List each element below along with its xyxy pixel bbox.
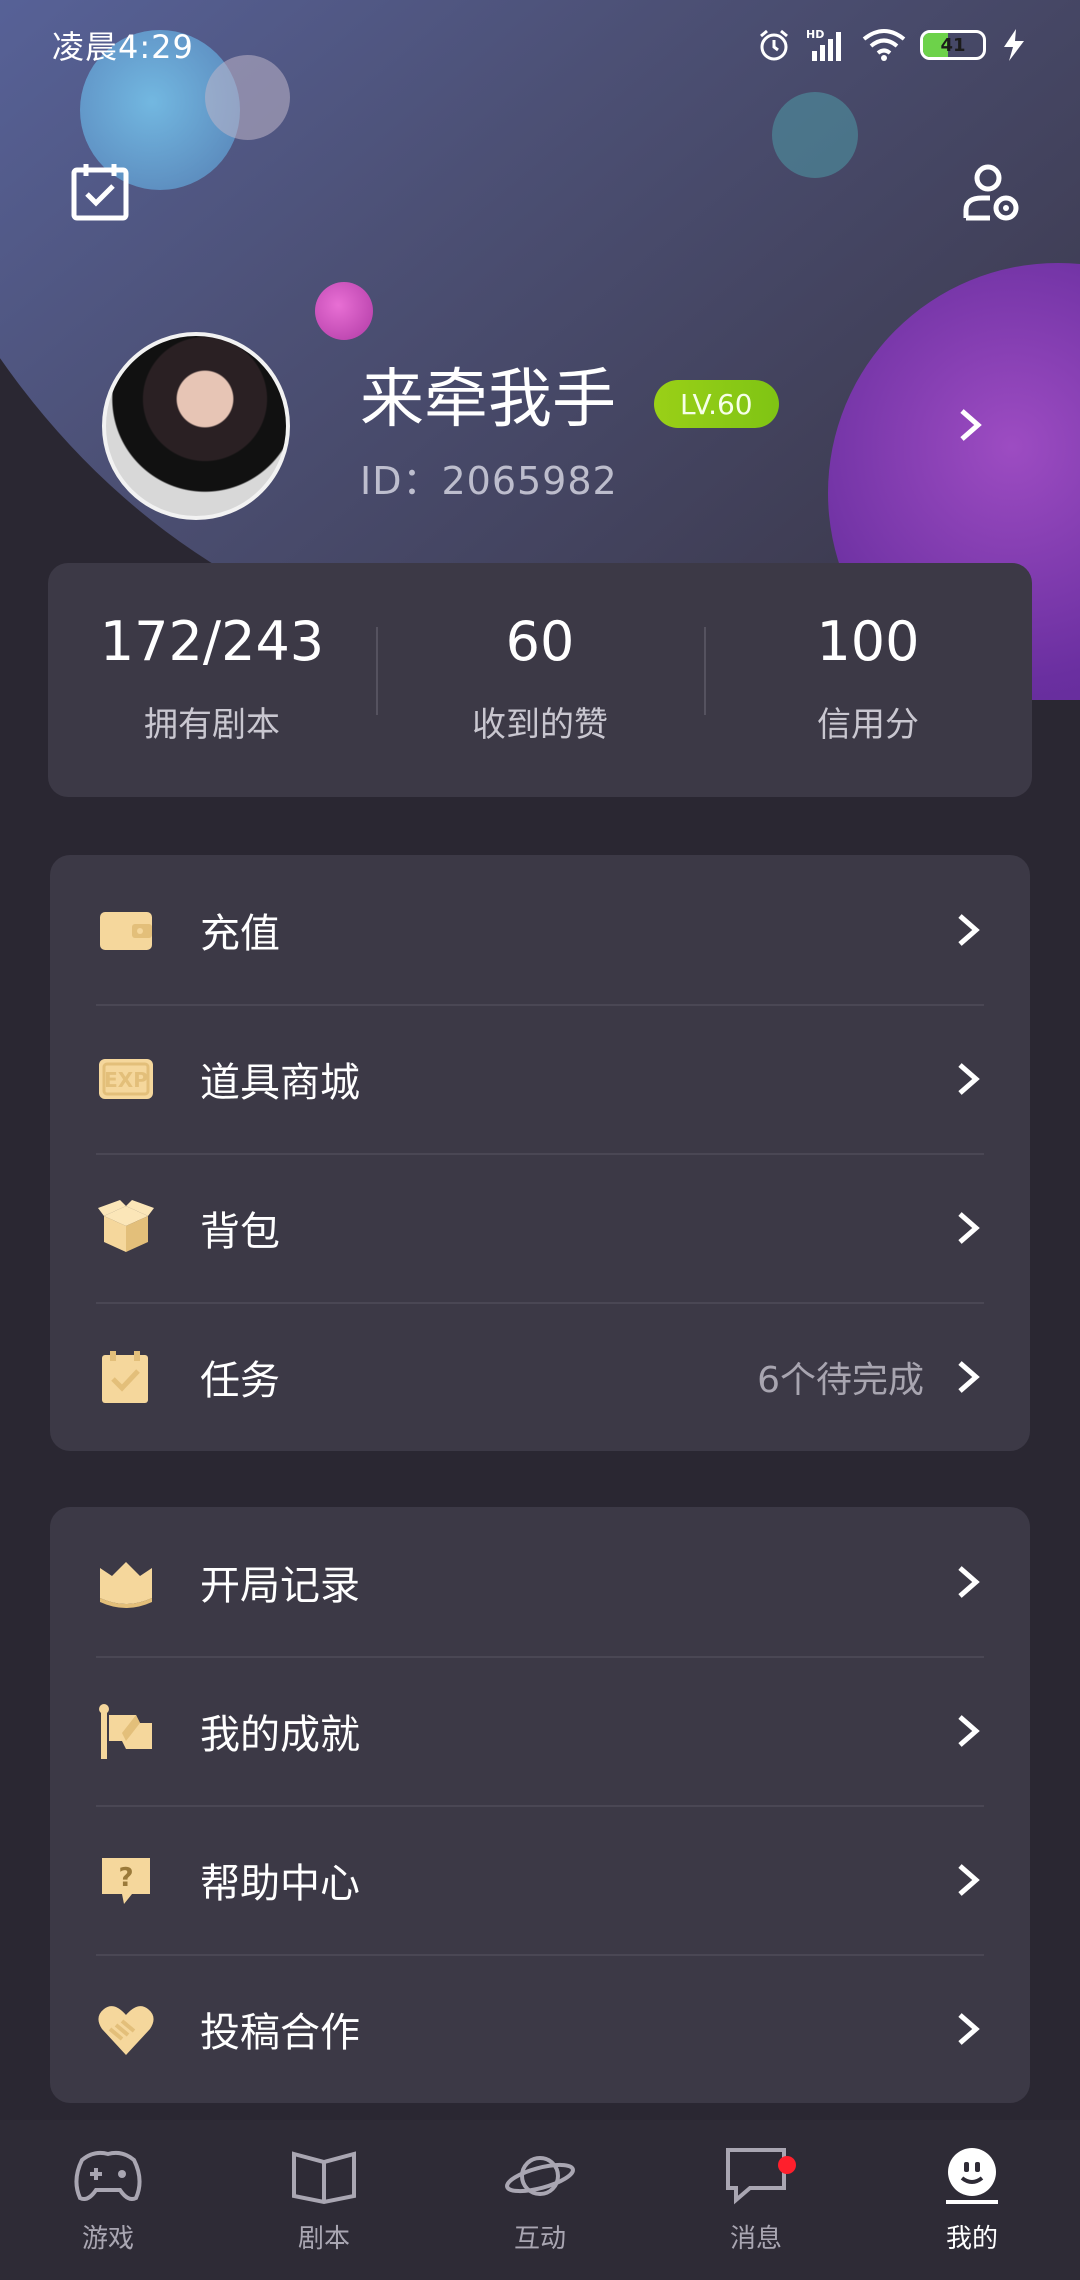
stat-label: 信用分 bbox=[817, 704, 919, 745]
nav-tab-games[interactable]: 游戏 bbox=[0, 2120, 216, 2280]
svg-text:HD: HD bbox=[806, 28, 824, 41]
stat-value: 172/243 bbox=[99, 609, 325, 673]
menu-item-achievements[interactable]: 我的成就 bbox=[50, 1656, 1030, 1805]
open-book-icon bbox=[292, 2151, 356, 2205]
svg-text:?: ? bbox=[118, 1863, 133, 1893]
menu-card-more: 开局记录 我的成就 ? 帮助中心 投稿合作 bbox=[50, 1507, 1030, 2103]
chevron-right-icon bbox=[958, 1360, 980, 1393]
nav-tab-me[interactable]: 我的 bbox=[864, 2120, 1080, 2280]
battery-icon: 41 bbox=[920, 30, 986, 60]
menu-card-account: 充值 EXP 道具商城 背包 任务 6个待完成 bbox=[50, 855, 1030, 1451]
menu-label: 道具商城 bbox=[200, 1059, 360, 1106]
stat-scripts-owned[interactable]: 172/243 拥有剧本 bbox=[48, 609, 376, 746]
menu-item-recharge[interactable]: 充值 bbox=[50, 855, 1030, 1004]
menu-label: 投稿合作 bbox=[200, 2009, 360, 2056]
chevron-right-icon bbox=[958, 2012, 980, 2045]
menu-label: 背包 bbox=[200, 1208, 280, 1255]
nav-label: 剧本 bbox=[297, 2224, 350, 2254]
book-icon bbox=[100, 1561, 152, 1608]
wifi-icon bbox=[862, 29, 906, 61]
chat-icon bbox=[726, 2148, 786, 2205]
chevron-right-icon bbox=[958, 1714, 980, 1747]
nav-label: 游戏 bbox=[81, 2224, 134, 2254]
box-icon bbox=[98, 1199, 154, 1252]
menu-label: 充值 bbox=[200, 910, 280, 957]
nav-label: 消息 bbox=[729, 2224, 782, 2254]
svg-text:EXP: EXP bbox=[104, 1068, 148, 1092]
stat-label: 拥有剧本 bbox=[144, 704, 280, 745]
wallet-icon bbox=[100, 911, 152, 950]
bottom-nav: 游戏 剧本 互动 消息 我的 bbox=[0, 2120, 1080, 2280]
task-icon bbox=[102, 1350, 148, 1403]
menu-item-game-records[interactable]: 开局记录 bbox=[50, 1507, 1030, 1656]
gamepad-icon bbox=[74, 2150, 142, 2201]
battery-level: 41 bbox=[940, 34, 966, 56]
menu-label: 开局记录 bbox=[200, 1562, 360, 1609]
planet-icon bbox=[505, 2156, 575, 2196]
stats-card: 172/243 拥有剧本 60 收到的赞 100 信用分 bbox=[48, 563, 1032, 797]
decor-bubble bbox=[772, 92, 858, 178]
chevron-right-icon bbox=[958, 1863, 980, 1896]
nav-label: 互动 bbox=[513, 2224, 566, 2254]
pending-tasks-count: 6个待完成 bbox=[757, 1359, 924, 1401]
stat-likes-received[interactable]: 60 收到的赞 bbox=[376, 609, 704, 746]
menu-item-tasks[interactable]: 任务 6个待完成 bbox=[50, 1302, 1030, 1451]
chevron-right-icon bbox=[958, 913, 980, 946]
status-time: 凌晨4:29 bbox=[52, 28, 194, 66]
nav-tab-interact[interactable]: 互动 bbox=[432, 2120, 648, 2280]
menu-item-item-store[interactable]: EXP 道具商城 bbox=[50, 1004, 1030, 1153]
menu-item-submission-cooperation[interactable]: 投稿合作 bbox=[50, 1954, 1030, 2103]
user-settings-icon[interactable] bbox=[960, 160, 1024, 224]
signal-icon: HD bbox=[806, 28, 841, 61]
status-icons: HD 41 bbox=[756, 27, 1028, 63]
username: 来牵我手 bbox=[360, 363, 616, 437]
profile-chevron-right-icon[interactable] bbox=[950, 405, 990, 445]
exp-store-icon: EXP bbox=[99, 1058, 153, 1099]
menu-label: 帮助中心 bbox=[200, 1860, 360, 1907]
chevron-right-icon bbox=[958, 1211, 980, 1244]
menu-item-backpack[interactable]: 背包 bbox=[50, 1153, 1030, 1302]
help-icon: ? bbox=[102, 1857, 150, 1904]
flag-icon bbox=[99, 1703, 152, 1759]
stat-credit-score[interactable]: 100 信用分 bbox=[704, 609, 1032, 746]
stat-value: 60 bbox=[505, 609, 575, 673]
nav-label: 我的 bbox=[945, 2224, 998, 2254]
user-id: ID：2065982 bbox=[360, 459, 618, 503]
chevron-right-icon bbox=[958, 1565, 980, 1598]
unread-badge bbox=[778, 2156, 796, 2174]
alarm-icon bbox=[760, 29, 788, 61]
chevron-right-icon bbox=[958, 1062, 980, 1095]
charging-icon bbox=[1004, 29, 1024, 61]
avatar[interactable] bbox=[102, 332, 290, 520]
decor-bubble bbox=[315, 282, 373, 340]
level-badge: LV.60 bbox=[654, 380, 779, 428]
handshake-icon bbox=[98, 2005, 154, 2055]
nav-tab-scripts[interactable]: 剧本 bbox=[216, 2120, 432, 2280]
menu-label: 我的成就 bbox=[200, 1711, 360, 1758]
menu-label: 任务 bbox=[200, 1357, 280, 1404]
smiley-icon bbox=[946, 2148, 998, 2204]
menu-item-help-center[interactable]: ? 帮助中心 bbox=[50, 1805, 1030, 1954]
stat-value: 100 bbox=[816, 609, 920, 673]
check-in-calendar-icon[interactable] bbox=[68, 160, 132, 224]
stat-label: 收到的赞 bbox=[472, 704, 608, 745]
nav-tab-messages[interactable]: 消息 bbox=[648, 2120, 864, 2280]
status-bar: 凌晨4:29 HD 41 bbox=[0, 0, 1080, 90]
